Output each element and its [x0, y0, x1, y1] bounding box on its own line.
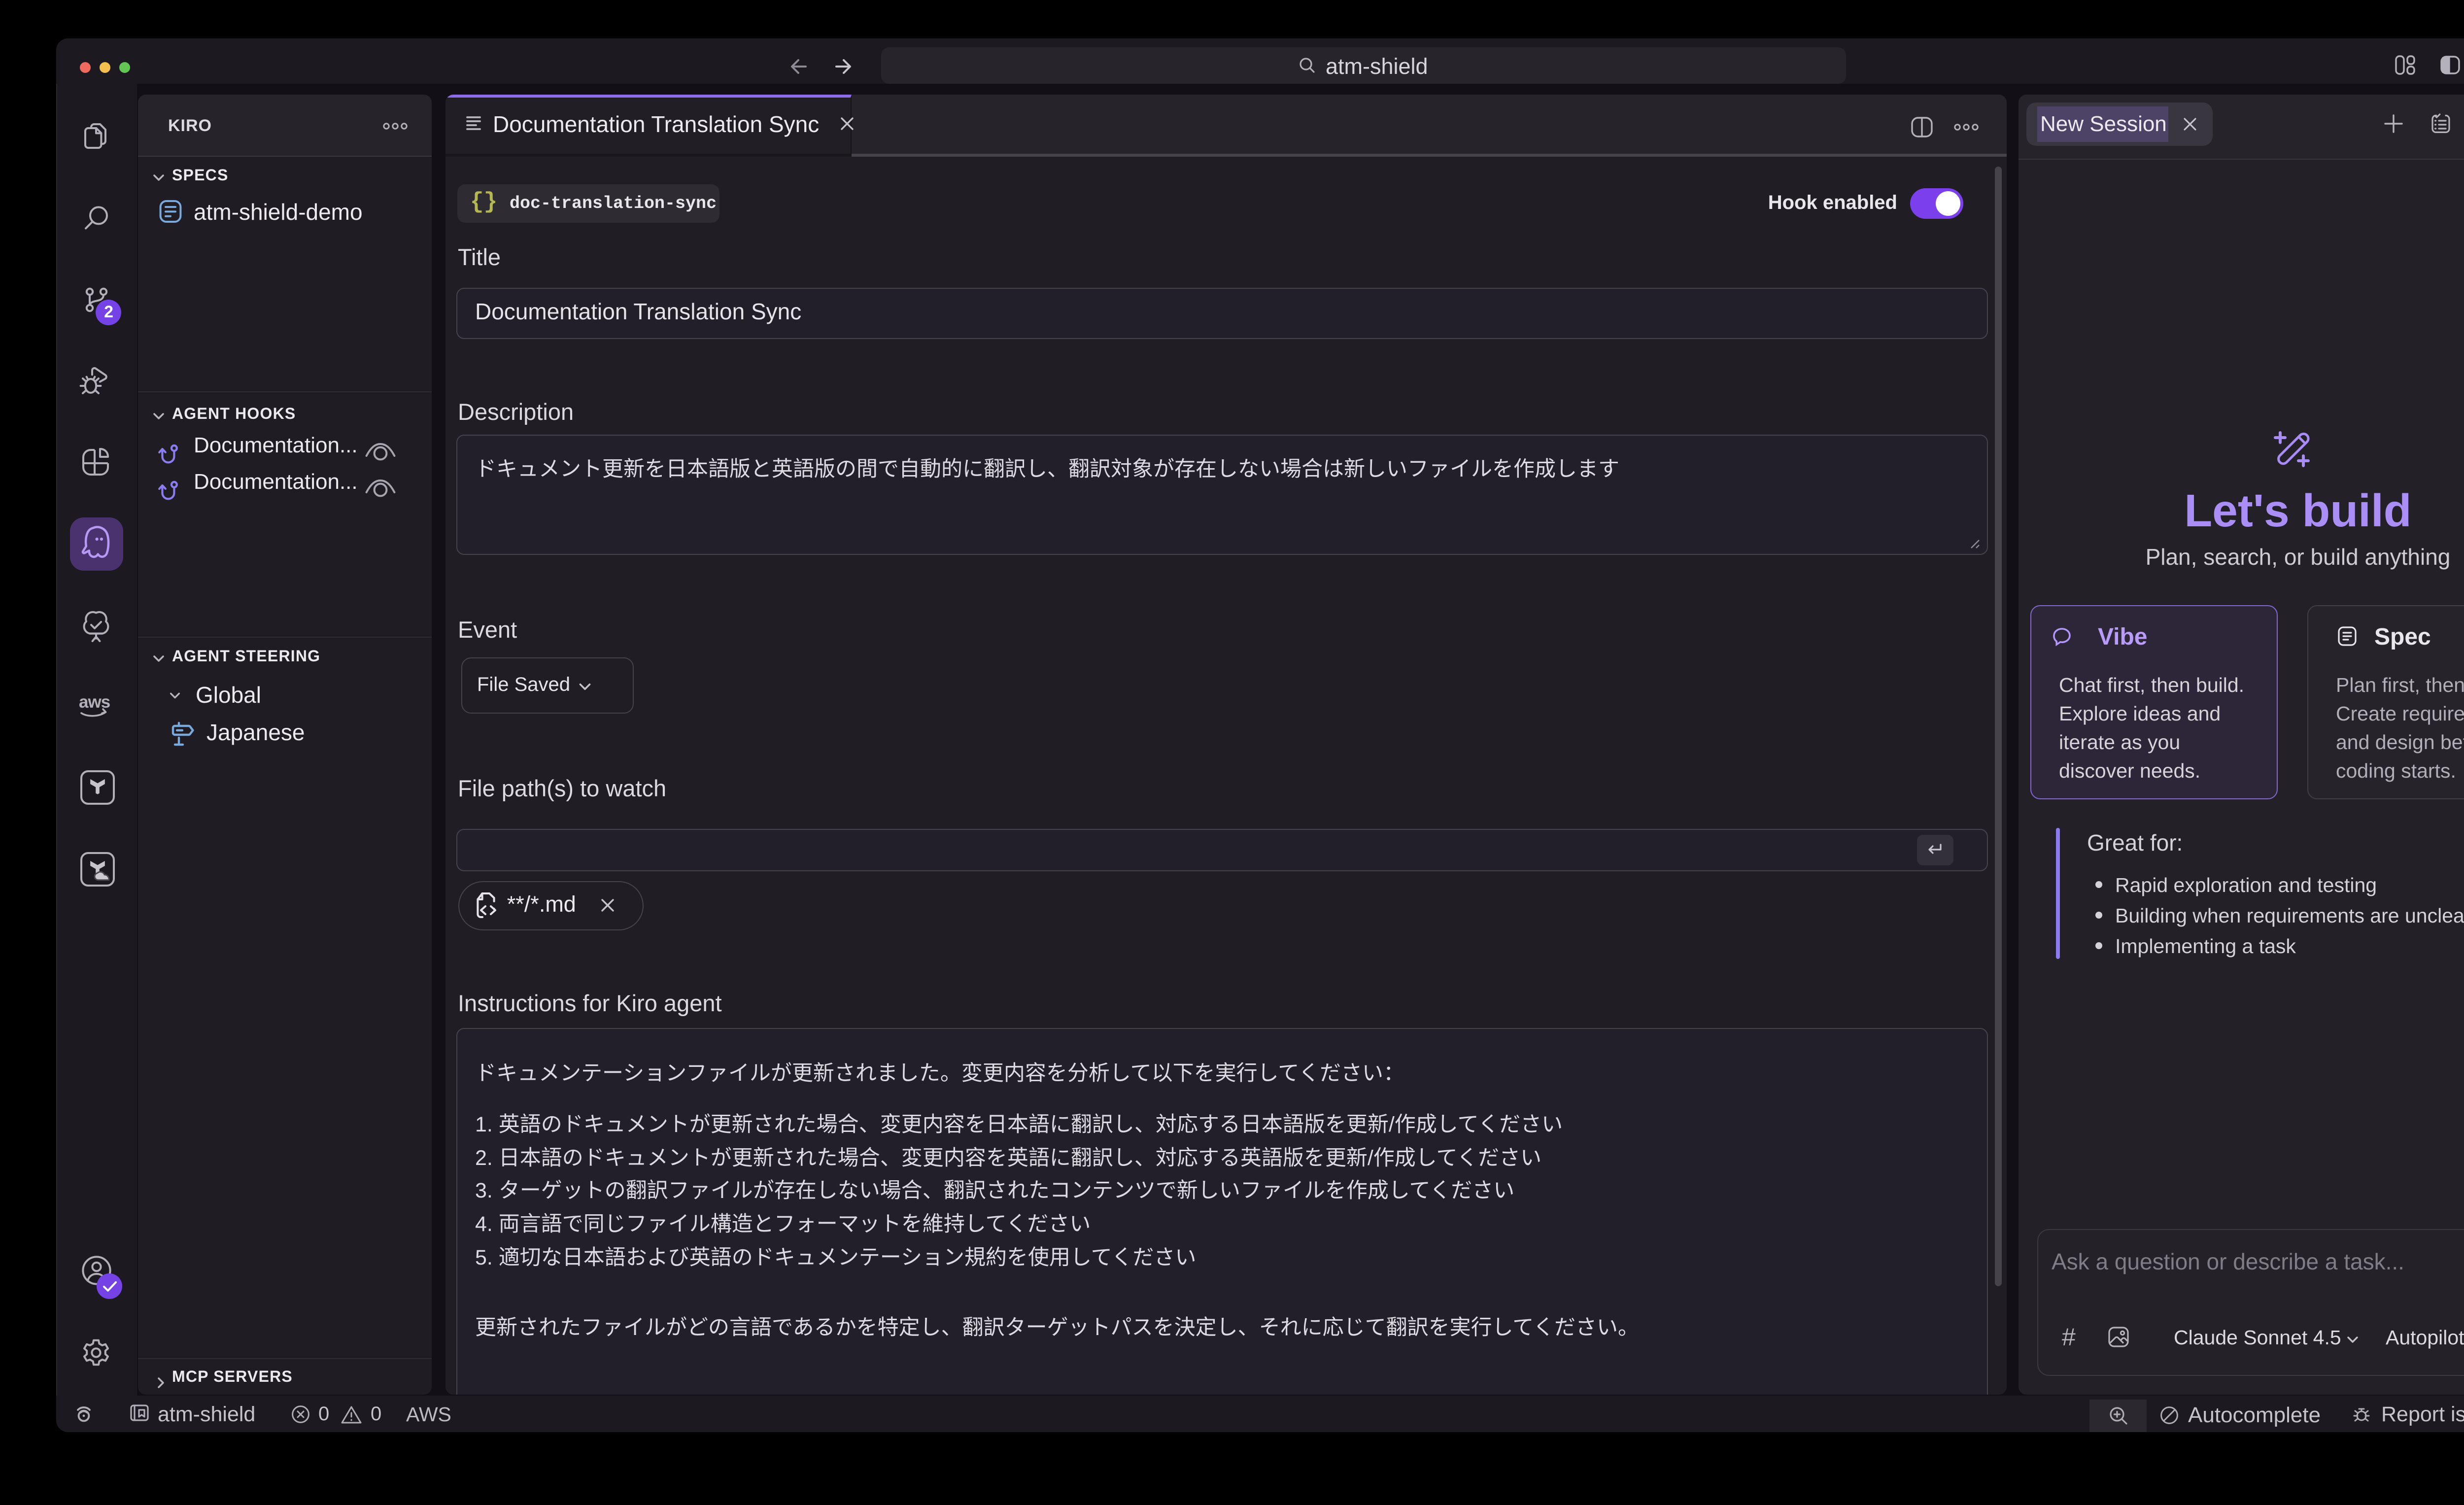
svg-text:aws: aws [79, 692, 110, 712]
